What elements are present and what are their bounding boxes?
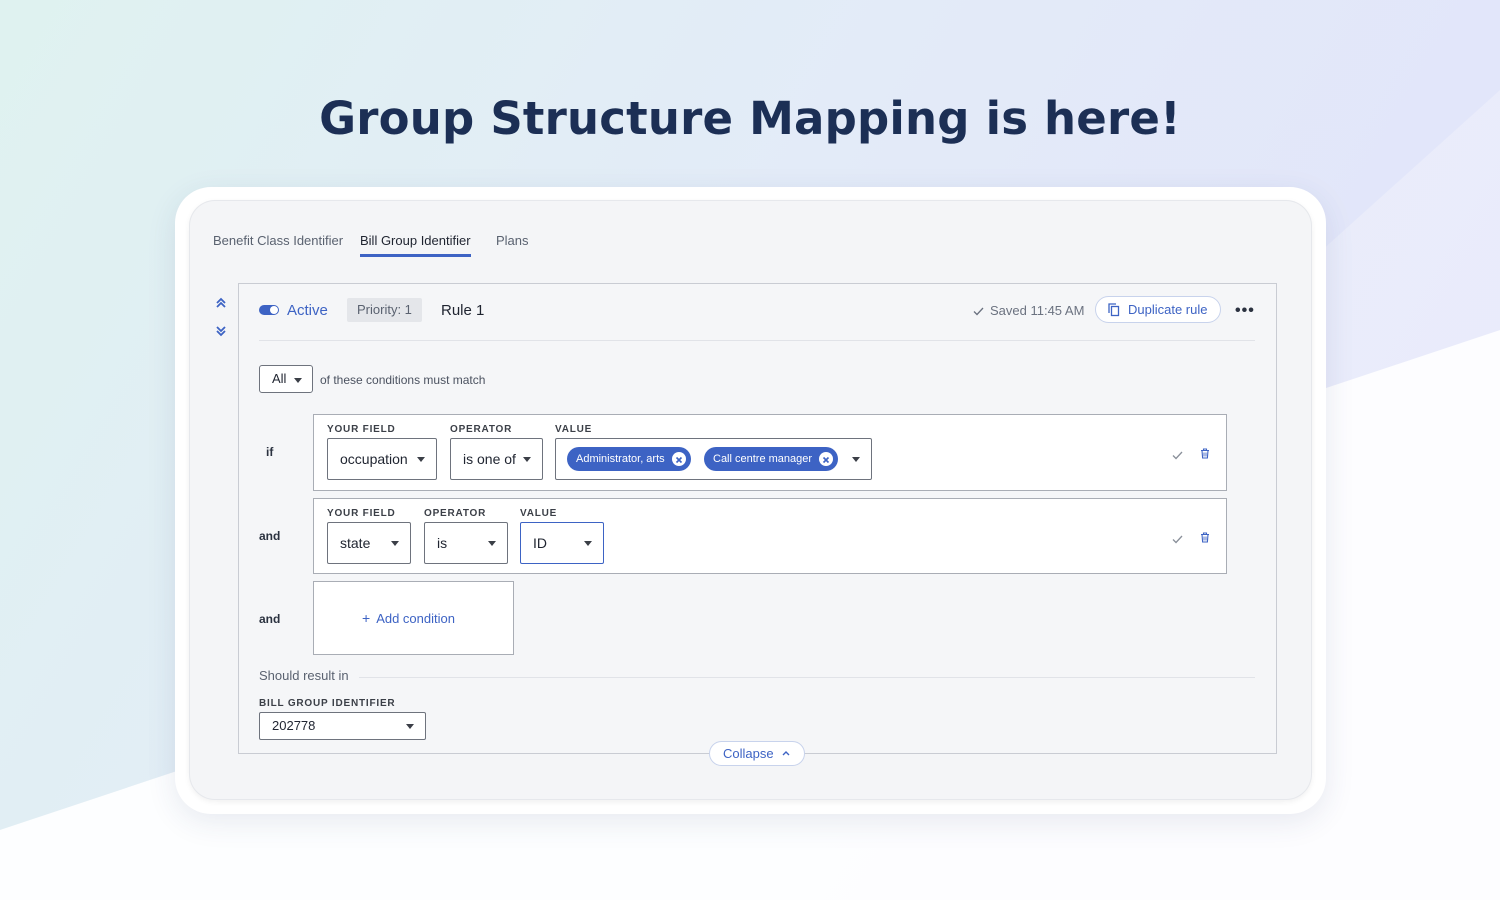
- trash-icon[interactable]: [1200, 446, 1210, 464]
- confirm-check-icon[interactable]: [1172, 531, 1183, 549]
- chevron-up-icon: [782, 751, 790, 756]
- field-select-value: state: [340, 535, 371, 551]
- plus-icon: +: [362, 610, 371, 626]
- chevron-down-icon: [584, 541, 592, 546]
- field-select[interactable]: occupation: [327, 438, 437, 480]
- bill-group-identifier-label: BILL GROUP IDENTIFIER: [259, 698, 396, 709]
- chevron-down-icon: [488, 541, 496, 546]
- active-label: Active: [287, 302, 328, 319]
- rule-header: Active Priority: 1 Rule 1 Saved 11:45 AM…: [259, 284, 1255, 341]
- chevron-down-icon: [391, 541, 399, 546]
- saved-time: Saved 11:45 AM: [990, 303, 1085, 318]
- bill-group-identifier-select[interactable]: 202778: [259, 712, 426, 740]
- result-section-label: Should result in: [259, 668, 349, 683]
- condition-connector-and: and: [259, 529, 281, 543]
- remove-chip-icon[interactable]: [819, 452, 834, 466]
- more-options-icon[interactable]: •••: [1235, 302, 1255, 320]
- page-headline: Group Structure Mapping is here!: [319, 92, 1181, 145]
- field-select[interactable]: state: [327, 522, 411, 564]
- value-chip[interactable]: Administrator, arts: [567, 447, 691, 471]
- value-label: VALUE: [555, 424, 593, 435]
- duplicate-rule-label: Duplicate rule: [1128, 302, 1208, 317]
- chevron-down-icon: [294, 378, 302, 383]
- trash-icon[interactable]: [1200, 530, 1210, 548]
- value-select-value: ID: [533, 535, 547, 551]
- chevron-down-icon: [417, 457, 425, 462]
- tab-benefit-class-identifier[interactable]: Benefit Class Identifier: [213, 233, 343, 254]
- value-select[interactable]: ID: [520, 522, 604, 564]
- match-mode-select[interactable]: All: [259, 365, 313, 393]
- condition-row: YOUR FIELD OPERATOR VALUE state is ID: [313, 498, 1227, 574]
- rule-card: Active Priority: 1 Rule 1 Saved 11:45 AM…: [238, 283, 1277, 766]
- confirm-check-icon[interactable]: [1172, 447, 1183, 465]
- active-toggle[interactable]: [259, 305, 279, 315]
- priority-badge[interactable]: Priority: 1: [347, 298, 422, 322]
- your-field-label: YOUR FIELD: [327, 508, 396, 519]
- add-condition-button[interactable]: + Add condition: [362, 610, 455, 626]
- app-screen: Benefit Class Identifier Bill Group Iden…: [189, 200, 1312, 800]
- move-bottom-icon[interactable]: [215, 324, 227, 338]
- duplicate-rule-button[interactable]: Duplicate rule: [1095, 296, 1221, 323]
- chevron-down-icon: [852, 457, 860, 462]
- value-multiselect[interactable]: Administrator, arts Call centre manager: [555, 438, 872, 480]
- operator-label: OPERATOR: [450, 424, 513, 435]
- match-mode-value: All: [272, 371, 287, 386]
- saved-status: Saved 11:45 AM: [973, 303, 1084, 318]
- device-frame: Benefit Class Identifier Bill Group Iden…: [175, 187, 1326, 814]
- bill-group-identifier-value: 202778: [272, 718, 316, 733]
- operator-select-value: is one of: [463, 451, 516, 467]
- value-chip-label: Call centre manager: [713, 453, 813, 465]
- collapse-label: Collapse: [723, 746, 774, 761]
- operator-label: OPERATOR: [424, 508, 487, 519]
- tab-bill-group-identifier[interactable]: Bill Group Identifier: [360, 233, 471, 257]
- your-field-label: YOUR FIELD: [327, 424, 396, 435]
- divider: [359, 677, 1255, 678]
- add-condition-box: + Add condition: [313, 581, 514, 655]
- value-chip-label: Administrator, arts: [576, 453, 665, 465]
- rule-name[interactable]: Rule 1: [441, 302, 484, 319]
- operator-select[interactable]: is one of: [450, 438, 543, 480]
- match-mode-text: of these conditions must match: [320, 373, 486, 387]
- tab-plans[interactable]: Plans: [496, 233, 529, 254]
- add-condition-label: Add condition: [376, 611, 455, 626]
- condition-connector-and: and: [259, 612, 281, 626]
- field-select-value: occupation: [340, 451, 408, 467]
- value-chip[interactable]: Call centre manager: [704, 447, 839, 471]
- condition-connector-if: if: [266, 445, 274, 459]
- move-top-icon[interactable]: [215, 296, 227, 310]
- operator-select[interactable]: is: [424, 522, 508, 564]
- collapse-button[interactable]: Collapse: [709, 741, 805, 766]
- remove-chip-icon[interactable]: [671, 452, 686, 466]
- operator-select-value: is: [437, 535, 448, 551]
- chevron-down-icon: [523, 457, 531, 462]
- check-icon: [973, 307, 984, 316]
- copy-icon: [1108, 303, 1120, 317]
- condition-row: YOUR FIELD OPERATOR VALUE occupation is …: [313, 414, 1227, 491]
- value-label: VALUE: [520, 508, 558, 519]
- chevron-down-icon: [406, 724, 414, 729]
